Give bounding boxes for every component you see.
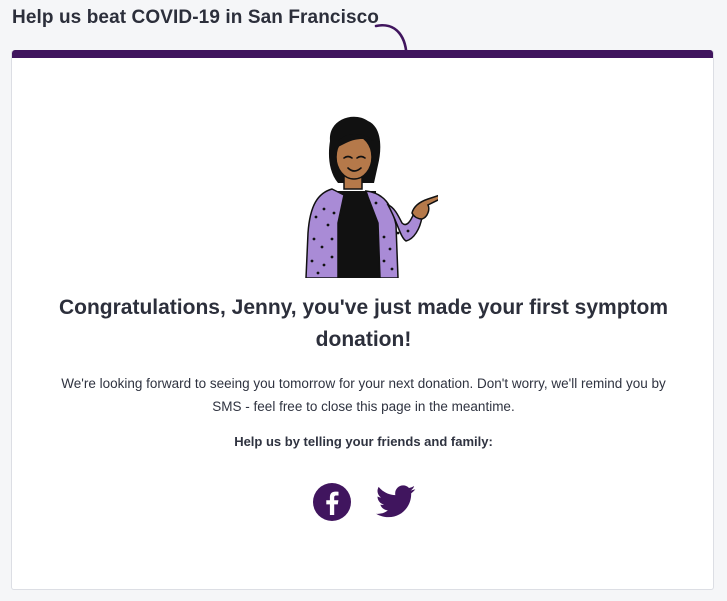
social-share-buttons <box>312 482 416 522</box>
congratulations-heading: Congratulations, Jenny, you've just made… <box>58 296 669 351</box>
page-title: Help us beat COVID-19 in San Francisco <box>12 7 380 28</box>
twitter-share-button[interactable] <box>376 482 416 522</box>
woman-pointing-illustration <box>305 116 438 278</box>
card-accent-bar <box>12 50 713 58</box>
share-prompt: Help us by telling your friends and fami… <box>234 434 493 449</box>
facebook-share-button[interactable] <box>312 482 352 522</box>
twitter-icon <box>376 485 416 518</box>
confirmation-card: Congratulations, Jenny, you've just made… <box>11 50 714 590</box>
facebook-icon <box>313 483 351 521</box>
reminder-message: We're looking forward to seeing you tomo… <box>61 376 666 414</box>
